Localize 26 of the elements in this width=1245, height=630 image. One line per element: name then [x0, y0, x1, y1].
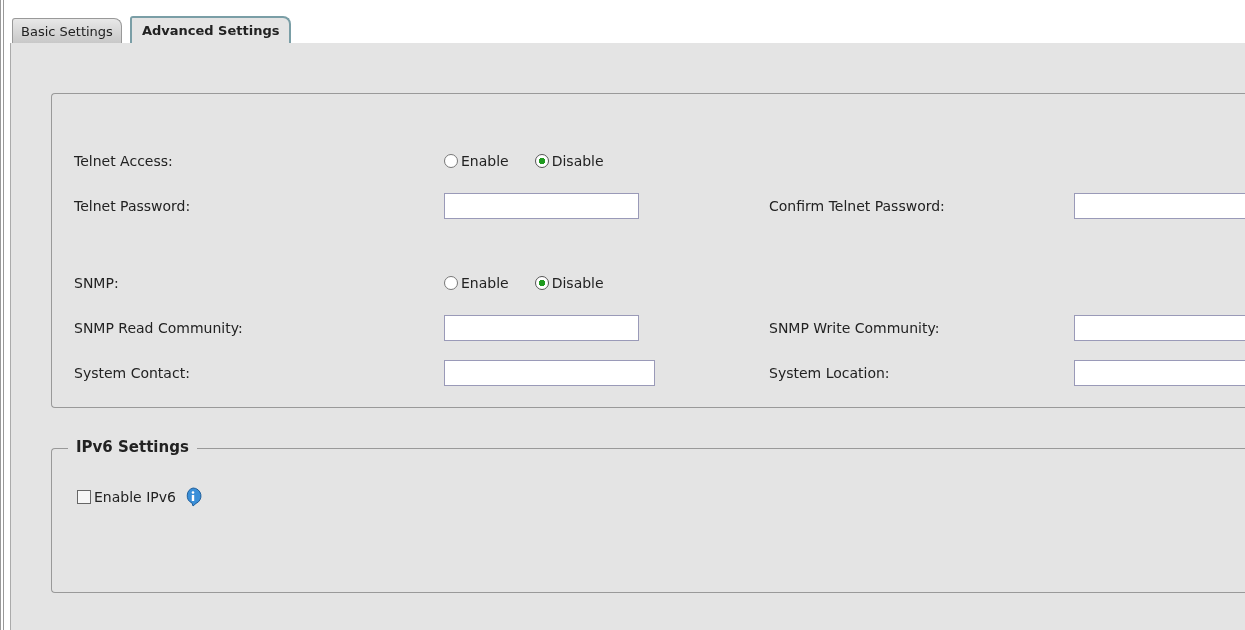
radio-button[interactable] — [534, 153, 549, 168]
radio-option[interactable]: Enable — [444, 274, 509, 291]
field-label: System Location: — [769, 364, 891, 381]
radio-option[interactable]: Disable — [534, 274, 604, 291]
input-field[interactable] — [1074, 192, 1245, 219]
field-label: System Contact: — [74, 364, 191, 381]
input-field[interactable] — [444, 192, 639, 219]
radio-button[interactable] — [534, 275, 549, 290]
field-label: Telnet Password: — [74, 197, 192, 214]
radio-option[interactable]: Disable — [534, 152, 604, 169]
field-label: SNMP: — [74, 274, 120, 291]
field-label: Confirm Telnet Password: — [769, 197, 946, 214]
input-field[interactable] — [444, 314, 639, 341]
input-field[interactable] — [1074, 314, 1245, 341]
field-label: Telnet Access: — [74, 152, 174, 169]
input-field[interactable] — [1074, 359, 1245, 386]
section-legend: IPv6 Settings — [68, 438, 197, 456]
field-label: SNMP Read Community: — [74, 319, 244, 336]
radio-button[interactable] — [444, 153, 458, 168]
radio-option[interactable]: Enable — [444, 152, 509, 169]
tab[interactable]: Advanced Settings — [129, 16, 292, 43]
radio-button[interactable] — [444, 275, 458, 290]
checkbox[interactable]: Enable IPv6 — [77, 489, 176, 505]
tab[interactable]: Basic Settings — [12, 18, 122, 43]
field-label: SNMP Write Community: — [769, 319, 941, 336]
input-field[interactable] — [444, 359, 655, 386]
